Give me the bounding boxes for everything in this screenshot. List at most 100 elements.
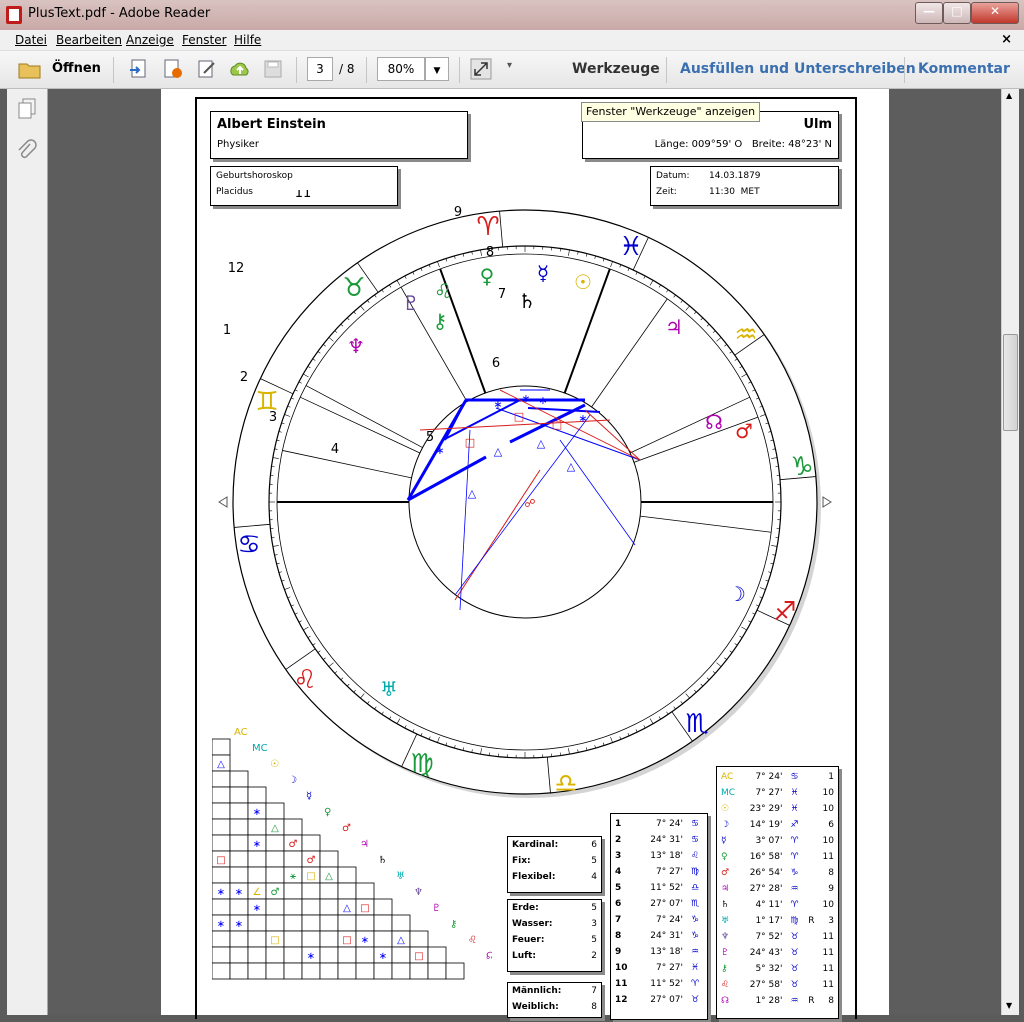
aspect-grid-cell	[265, 834, 285, 852]
scroll-down-icon[interactable]: ▼	[1006, 1001, 1012, 1010]
planet-house: 11	[822, 932, 834, 942]
zoom-dropdown[interactable]: ▼	[425, 57, 449, 81]
cusp-row: 1 7° 24' ♋	[611, 816, 703, 832]
aspect-grid-planet: ☽	[288, 775, 297, 786]
ascendant-marker	[218, 496, 228, 508]
house-cusps-table: 1 7° 24' ♋ 2 24° 31' ♋ 3 13° 18' ♌ 4 7° 27' ♍ 5 11° 5…	[610, 813, 708, 1020]
menu-bar: Datei Bearbeiten Anzeige Fenster Hilfe ×	[0, 30, 1024, 51]
planet-degree: 24° 43'	[749, 948, 783, 958]
menu-hilfe[interactable]: Hilfe	[234, 33, 261, 47]
attachments-paperclip-icon[interactable]	[16, 139, 38, 163]
pdf-app-icon	[6, 6, 22, 24]
open-button[interactable]: Öffnen	[18, 59, 101, 81]
zodiac-sign-glyph: ♊	[255, 387, 278, 417]
menu-datei[interactable]: Datei	[15, 33, 47, 47]
aspect-grid-cell	[355, 914, 375, 932]
zodiac-sign-glyph: ♐	[773, 597, 796, 627]
aspect-symbol: ∗	[521, 392, 530, 405]
zoom-input[interactable]: 80%	[377, 57, 425, 81]
aspect-grid-planet: MC	[252, 743, 268, 754]
document-close-button[interactable]: ×	[1001, 32, 1012, 47]
toolbar-overflow-icon[interactable]: ▾	[507, 60, 512, 71]
menu-bearbeiten[interactable]: Bearbeiten	[56, 33, 122, 47]
aspect-grid-cell	[265, 866, 285, 884]
planet-retrograde	[804, 801, 818, 817]
minimize-icon: —	[923, 4, 935, 18]
planet-degree: 23° 29'	[749, 804, 783, 814]
page-total: / 8	[339, 62, 355, 76]
cusp-sign: ♋	[691, 835, 700, 845]
cusp-house: 8	[615, 931, 622, 941]
aspect-grid-cell	[247, 946, 267, 964]
edit-sign-icon[interactable]	[196, 58, 218, 80]
save-icon[interactable]	[262, 58, 284, 80]
planet-degree: 27° 58'	[749, 980, 783, 990]
aspect-grid-cell	[283, 930, 303, 948]
aspect-grid-cell	[301, 962, 321, 980]
planet-degree: 14° 19'	[749, 820, 783, 830]
house-number: 9	[454, 205, 462, 220]
fill-sign-button[interactable]: Ausfüllen und Unterschreiben	[680, 61, 916, 77]
aspect-grid-symbol: ∗	[361, 935, 369, 946]
comment-button[interactable]: Kommentar	[918, 61, 1010, 77]
vertical-scrollbar[interactable]: ▲ ▼	[1001, 89, 1019, 1015]
gender-label: Weiblich:	[512, 1002, 559, 1012]
close-icon: ✕	[989, 4, 1001, 18]
planet-degree: 7° 27'	[755, 788, 783, 798]
planet-symbol: ♂	[721, 868, 730, 878]
aspect-grid-cell	[355, 946, 375, 964]
aspect-grid-cell	[283, 818, 303, 836]
planet-sign: ♈	[790, 900, 799, 910]
upload-cloud-icon[interactable]	[228, 58, 250, 80]
menu-anzeige[interactable]: Anzeige	[126, 33, 174, 47]
aspect-symbol: △	[494, 445, 503, 458]
aspect-grid-cell	[319, 898, 339, 916]
aspect-grid-planet: ♄	[378, 855, 387, 866]
house-number: 8	[486, 245, 494, 260]
combine-files-icon[interactable]	[162, 58, 184, 80]
aspect-grid-cell	[247, 786, 267, 804]
planet-sign: ♉	[790, 932, 799, 942]
title-bar: PlusText.pdf - Adobe Reader — □ ✕	[0, 0, 1024, 30]
scrollbar-thumb[interactable]	[1003, 334, 1018, 431]
close-button[interactable]: ✕	[971, 2, 1019, 24]
cusp-row: 8 24° 31' ♑	[611, 928, 703, 944]
aspect-grid-symbol: ♂	[307, 855, 316, 866]
aspect-grid-cell	[247, 818, 267, 836]
chevron-down-icon: ▼	[433, 66, 441, 76]
aspect-grid-cell	[301, 898, 321, 916]
planet-row: ♆ 7° 52' ♉ 11	[717, 929, 838, 945]
fit-page-icon[interactable]	[470, 58, 492, 80]
aspect-grid-planet: ☉	[270, 759, 279, 770]
aspect-grid-planet: ♂	[342, 823, 351, 834]
aspect-grid-symbol: △	[217, 759, 225, 770]
menu-fenster[interactable]: Fenster	[182, 33, 227, 47]
maximize-button[interactable]: □	[943, 2, 971, 24]
cusp-degree: 24° 31'	[650, 931, 683, 941]
elements-box: Erde: 5 Wasser: 3 Feuer: 5 Luft: 2	[507, 899, 602, 972]
scroll-up-icon[interactable]: ▲	[1006, 91, 1012, 100]
descendant-marker	[822, 496, 832, 508]
aspect-grid-planet: ⚷	[450, 919, 457, 930]
name-box: Albert Einstein Physiker	[210, 111, 468, 159]
cusp-house: 2	[615, 835, 622, 845]
tools-button[interactable]: Werkzeuge	[572, 61, 660, 77]
zodiac-sign-glyph: ♎	[554, 769, 577, 799]
aspect-grid-cell	[427, 962, 447, 980]
minimize-button[interactable]: —	[915, 2, 943, 24]
planet-glyph: ♂	[735, 419, 753, 443]
create-pdf-icon[interactable]	[128, 58, 150, 80]
cusp-row: 11 11° 52' ♈	[611, 976, 703, 992]
planet-row: ♀ 16° 58' ♈ 11	[717, 849, 838, 865]
window-title: PlusText.pdf - Adobe Reader	[28, 6, 211, 21]
mode-value: 4	[591, 872, 597, 882]
planet-house: 8	[828, 868, 834, 878]
mode-value: 5	[591, 856, 597, 866]
page-thumbnails-icon[interactable]	[16, 97, 38, 121]
coordinates: Länge: 009°59' O Breite: 48°23' N	[654, 139, 832, 150]
element-value: 2	[591, 951, 597, 961]
house-number: 12	[228, 261, 245, 276]
planet-symbol: ♅	[721, 916, 730, 926]
aspect-grid-cell	[211, 786, 231, 804]
page-number-input[interactable]: 3	[307, 57, 333, 81]
